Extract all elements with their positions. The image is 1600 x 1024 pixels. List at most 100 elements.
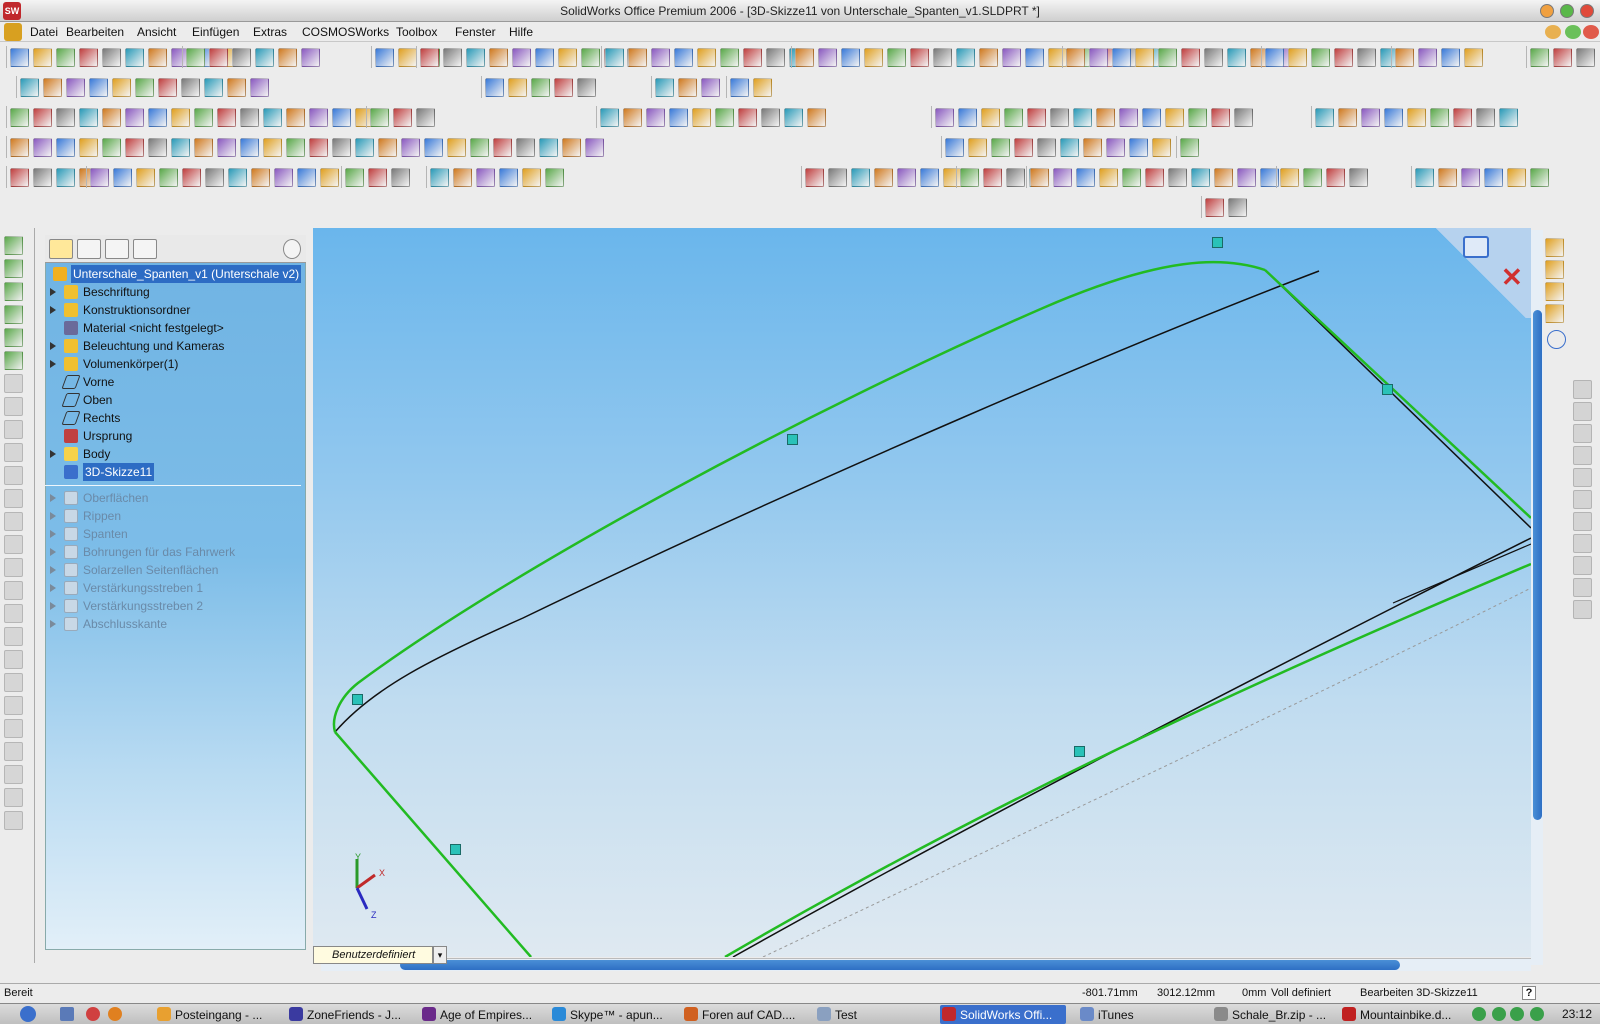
toolbar-tool-icon[interactable]	[1006, 168, 1025, 187]
expand-arrow-icon[interactable]	[50, 494, 56, 502]
toolbar-tool-icon[interactable]	[807, 108, 826, 127]
toolbar-tool-icon[interactable]	[795, 48, 814, 67]
sketch-tool-icon[interactable]	[4, 489, 23, 508]
toolbar-tool-icon[interactable]	[968, 138, 987, 157]
taskbar-item[interactable]: Mountainbike.d...	[1340, 1005, 1466, 1024]
toolbar-tool-icon[interactable]	[33, 168, 52, 187]
toolbar-tool-icon[interactable]	[1476, 108, 1495, 127]
sketch-relation-icon[interactable]	[1074, 746, 1085, 757]
toolbar-tool-icon[interactable]	[1228, 198, 1247, 217]
exit-sketch-icon[interactable]	[1463, 236, 1489, 258]
toolbar-tool-icon[interactable]	[1083, 138, 1102, 157]
toolbar-tool-icon[interactable]	[286, 138, 305, 157]
toolbar-tool-icon[interactable]	[378, 138, 397, 157]
toolbar-tool-icon[interactable]	[1349, 168, 1368, 187]
toolbar-tool-icon[interactable]	[217, 138, 236, 157]
tree-item[interactable]: Konstruktionsordner	[50, 301, 300, 319]
tab-feature-manager[interactable]	[49, 239, 73, 259]
tree-item[interactable]: Oben	[50, 391, 300, 409]
toolbar-tool-icon[interactable]	[453, 168, 472, 187]
toolbar-tool-icon[interactable]	[646, 108, 665, 127]
toolbar-tool-icon[interactable]	[227, 78, 246, 97]
toolbar-tool-icon[interactable]	[1073, 108, 1092, 127]
sketch-tool-icon[interactable]	[4, 466, 23, 485]
close-button[interactable]	[1580, 4, 1594, 18]
tree-item[interactable]: Beleuchtung und Kameras	[50, 337, 300, 355]
sketch-tool-icon[interactable]	[4, 512, 23, 531]
toolbar-tool-icon[interactable]	[1099, 168, 1118, 187]
toolbar-tool-icon[interactable]	[1076, 168, 1095, 187]
toolbar-tool-icon[interactable]	[1334, 48, 1353, 67]
toolbar-tool-icon[interactable]	[255, 48, 274, 67]
toolbar-tool-icon[interactable]	[531, 78, 550, 97]
sketch-tool-icon[interactable]	[4, 581, 23, 600]
taskbar-item[interactable]: Foren auf CAD....	[682, 1005, 808, 1024]
expand-arrow-icon[interactable]	[50, 566, 56, 574]
toolbar-tool-icon[interactable]	[228, 168, 247, 187]
sketch-tool-icon[interactable]	[4, 351, 23, 370]
chevron-down-icon[interactable]: ▾	[433, 946, 447, 964]
toolbar-tool-icon[interactable]	[89, 78, 108, 97]
toolbar-tool-icon[interactable]	[263, 138, 282, 157]
menu-hilfe[interactable]: Hilfe	[505, 22, 537, 42]
toolbar-tool-icon[interactable]	[112, 78, 131, 97]
expand-panel-button[interactable]	[283, 239, 301, 259]
toolbar-tool-icon[interactable]	[125, 48, 144, 67]
toolbar-tool-icon[interactable]	[250, 78, 269, 97]
toolbar-tool-icon[interactable]	[430, 168, 449, 187]
tab-configuration-manager[interactable]	[105, 239, 129, 259]
toolbar-tool-icon[interactable]	[204, 78, 223, 97]
toolbar-tool-icon[interactable]	[10, 168, 29, 187]
toolbar-tool-icon[interactable]	[981, 108, 1000, 127]
horizontal-scroll-thumb[interactable]	[400, 960, 1400, 970]
toolbar-tool-icon[interactable]	[581, 48, 600, 67]
toolbar-tool-icon[interactable]	[715, 108, 734, 127]
tree-item-suppressed[interactable]: Oberflächen	[50, 489, 300, 507]
expand-arrow-icon[interactable]	[50, 620, 56, 628]
sketch-tool-icon[interactable]	[4, 627, 23, 646]
toolbar-tool-icon[interactable]	[1441, 48, 1460, 67]
tree-item-suppressed[interactable]: Abschlusskante	[50, 615, 300, 633]
toolbar-tool-icon[interactable]	[158, 78, 177, 97]
rollback-bar[interactable]	[45, 485, 301, 486]
toolbar-tool-icon[interactable]	[102, 138, 121, 157]
toolbar-tool-icon[interactable]	[933, 48, 952, 67]
tree-item[interactable]: Body	[50, 445, 300, 463]
toolbar-tool-icon[interactable]	[217, 108, 236, 127]
toolbar-tool-icon[interactable]	[182, 168, 201, 187]
toolbar-tool-icon[interactable]	[125, 108, 144, 127]
toolbar-tool-icon[interactable]	[10, 48, 29, 67]
toolbar-tool-icon[interactable]	[148, 138, 167, 157]
toolbar-tool-icon[interactable]	[874, 168, 893, 187]
menu-datei[interactable]: Datei	[26, 22, 62, 42]
toolbar-tool-icon[interactable]	[983, 168, 1002, 187]
sketch-tool-icon[interactable]	[4, 811, 23, 830]
sketch-relation-icon[interactable]	[352, 694, 363, 705]
toolbar-tool-icon[interactable]	[309, 108, 328, 127]
toolbar-tool-icon[interactable]	[470, 138, 489, 157]
graphics-area[interactable]: ✕ Y X Z	[313, 228, 1531, 957]
tree-item-suppressed[interactable]: Rippen	[50, 507, 300, 525]
sketch-tool-icon[interactable]	[4, 420, 23, 439]
toolbar-tool-icon[interactable]	[10, 108, 29, 127]
toolbar-tool-icon[interactable]	[958, 108, 977, 127]
toolbar-tool-icon[interactable]	[309, 138, 328, 157]
expand-arrow-icon[interactable]	[50, 602, 56, 610]
toolbar-tool-icon[interactable]	[1453, 108, 1472, 127]
toolbar-tool-icon[interactable]	[1089, 48, 1108, 67]
toolbar-tool-icon[interactable]	[209, 48, 228, 67]
sketch-tool-icon[interactable]	[4, 443, 23, 462]
sketch-tool-icon[interactable]	[4, 765, 23, 784]
toolbar-tool-icon[interactable]	[332, 138, 351, 157]
toolbar-tool-icon[interactable]	[1050, 108, 1069, 127]
toolbar-tool-icon[interactable]	[263, 108, 282, 127]
toolbar-tool-icon[interactable]	[1119, 108, 1138, 127]
toolbar-tool-icon[interactable]	[558, 48, 577, 67]
sketch-tool-icon[interactable]	[4, 604, 23, 623]
toolbar-tool-icon[interactable]	[1576, 48, 1595, 67]
toolbar-tool-icon[interactable]	[1530, 48, 1549, 67]
toolbar-tool-icon[interactable]	[148, 108, 167, 127]
toolbar-tool-icon[interactable]	[194, 108, 213, 127]
zoom-button[interactable]	[1560, 4, 1574, 18]
toolbar-tool-icon[interactable]	[851, 168, 870, 187]
